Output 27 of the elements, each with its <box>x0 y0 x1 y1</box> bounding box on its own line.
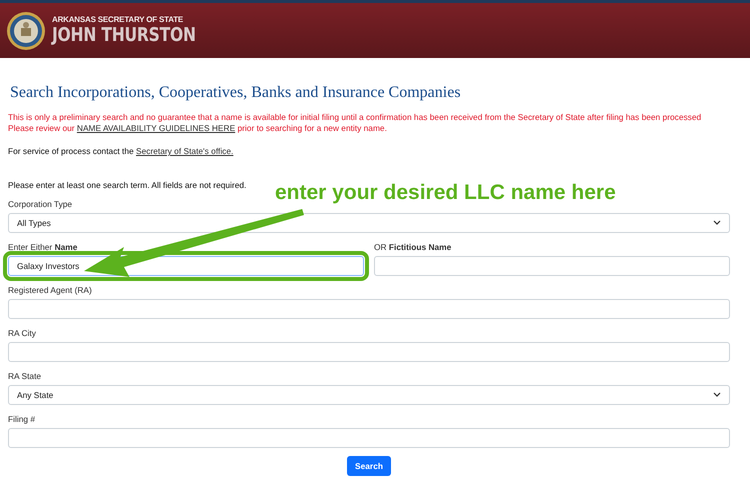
field-label: Registered Agent (RA) <box>8 285 92 296</box>
notice-text: Please review our NAME AVAILABILITY GUIDELINES HERE prior to searching for a new entity name. <box>8 123 388 134</box>
field-label: OR Fictitious Name <box>374 242 452 253</box>
chevron-icon <box>713 220 721 226</box>
field-label: Enter Either Name <box>8 242 78 253</box>
field-label: Corporation Type <box>8 199 72 210</box>
header-subtitle: ARKANSAS SECRETARY OF STATE <box>52 15 184 24</box>
guidelines-link[interactable]: NAME AVAILABILITY GUIDELINES HERE <box>76 123 236 133</box>
notice-text: This is only a preliminary search and no guarantee that a name is available for initial filing until a confirmation has been received from the Secretary of State after filing has been processed <box>8 112 702 123</box>
field-label: Filing # <box>8 414 35 425</box>
header-title: JOHN THURSTON <box>52 24 196 46</box>
seal-icon <box>6 10 46 50</box>
search-button[interactable]: Search <box>347 456 391 476</box>
input-field[interactable] <box>8 342 730 362</box>
field-label: RA City <box>8 328 36 339</box>
chevron-icon <box>713 392 721 398</box>
page-title: Search Incorporations, Cooperatives, Banks and Insurance Companies <box>10 84 462 102</box>
select-field[interactable]: All Types <box>8 213 730 233</box>
input-field[interactable] <box>8 299 730 319</box>
input-field[interactable] <box>8 428 730 448</box>
select-field[interactable]: Any State <box>8 385 730 405</box>
annotation-text: enter your desired LLC name here <box>275 181 616 205</box>
field-label: RA State <box>8 371 42 382</box>
instructions-text: Please enter at least one search term. All fields are not required. <box>8 180 248 190</box>
service-text: For service of process contact the Secretary of State's office. <box>8 146 234 156</box>
input-field[interactable] <box>374 256 730 276</box>
office-link[interactable]: Secretary of State's office. <box>136 146 234 156</box>
